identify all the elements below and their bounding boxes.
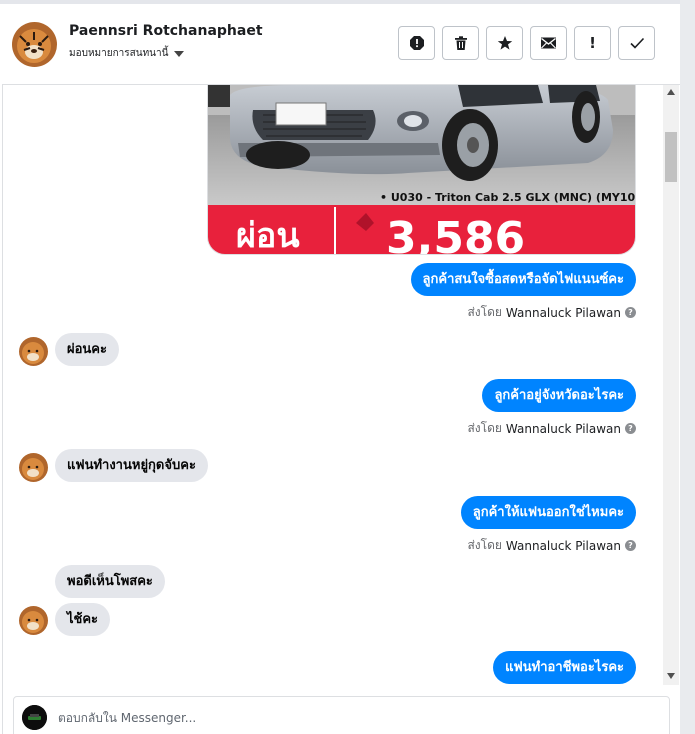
- help-icon[interactable]: ?: [625, 307, 636, 318]
- spam-button[interactable]: [398, 26, 435, 60]
- contact-avatar[interactable]: [19, 606, 48, 635]
- contact-name[interactable]: Paennsri Rotchanaphaet: [69, 23, 263, 39]
- message-outgoing[interactable]: ลูกค้าให้แฟนออกใช่ไหมคะ: [460, 496, 636, 529]
- scrollbar-thumb[interactable]: [665, 132, 677, 182]
- sent-by-name[interactable]: Wannaluck Pilawan: [506, 539, 621, 553]
- conversation-toolbar: !: [398, 26, 655, 60]
- banner-right-text: 3,586: [386, 213, 525, 255]
- assign-conversation-dropdown[interactable]: มอบหมายการสนทนานี้: [69, 46, 185, 61]
- avatar[interactable]: [12, 22, 57, 67]
- caret-down-icon: [174, 50, 185, 57]
- message-incoming[interactable]: ผ่อนคะ: [55, 333, 119, 366]
- message-outgoing[interactable]: ลูกค้าสนใจซื้อสดหรือจัดไฟแนนซ์คะ: [410, 263, 636, 296]
- banner-left-text: ผ่อน: [236, 216, 300, 255]
- sent-by-prefix: ส่งโดย: [467, 421, 502, 435]
- star-icon: [497, 36, 512, 50]
- message-incoming[interactable]: พอดีเห็นโพสคะ: [55, 565, 165, 598]
- help-icon[interactable]: ?: [625, 540, 636, 551]
- car-photo: ผ่อน 3,586: [208, 85, 635, 255]
- delete-button[interactable]: [442, 26, 479, 60]
- mark-done-button[interactable]: [618, 26, 655, 60]
- contact-avatar[interactable]: [19, 337, 48, 366]
- scroll-down-arrow-icon[interactable]: [667, 673, 675, 679]
- trash-icon: [454, 36, 467, 50]
- message-outgoing[interactable]: ลูกค้าอยู่จังหวัดอะไรคะ: [482, 379, 636, 412]
- scroll-up-arrow-icon[interactable]: [667, 89, 675, 95]
- mail-icon: [541, 37, 556, 49]
- reply-input[interactable]: [58, 711, 648, 725]
- page-avatar: [22, 705, 47, 730]
- message-incoming[interactable]: ไช้คะ: [55, 603, 111, 636]
- message-incoming[interactable]: แฟนทำงานหยู่กุดจับคะ: [55, 449, 208, 482]
- sent-by-prefix: ส่งโดย: [467, 538, 502, 552]
- assign-label: มอบหมายการสนทนานี้: [69, 48, 169, 59]
- mark-unread-button[interactable]: [530, 26, 567, 60]
- image-attachment[interactable]: ผ่อน 3,586 • U030 - Triton Cab 2.5 GLX (…: [207, 85, 636, 255]
- contact-avatar[interactable]: [19, 453, 48, 482]
- sent-by-name[interactable]: Wannaluck Pilawan: [506, 422, 621, 436]
- attachment-caption: • U030 - Triton Cab 2.5 GLX (MNC) (MY10)…: [380, 191, 636, 204]
- sent-by-line: ส่งโดย Wannaluck Pilawan ?: [467, 419, 636, 438]
- spam-icon: [409, 36, 424, 50]
- star-button[interactable]: [486, 26, 523, 60]
- mark-important-button[interactable]: !: [574, 26, 611, 60]
- help-icon[interactable]: ?: [625, 423, 636, 434]
- check-icon: [629, 37, 644, 49]
- conversation-header: Paennsri Rotchanaphaet มอบหมายการสนทนานี…: [2, 4, 680, 85]
- sent-by-name[interactable]: Wannaluck Pilawan: [506, 306, 621, 320]
- sent-by-line: ส่งโดย Wannaluck Pilawan ?: [467, 536, 636, 555]
- important-icon: !: [589, 34, 596, 52]
- reply-composer: [13, 696, 670, 734]
- message-outgoing[interactable]: แฟนทำอาชีพอะไรคะ: [493, 651, 636, 684]
- sent-by-line: ส่งโดย Wannaluck Pilawan ?: [467, 303, 636, 322]
- sent-by-prefix: ส่งโดย: [467, 305, 502, 319]
